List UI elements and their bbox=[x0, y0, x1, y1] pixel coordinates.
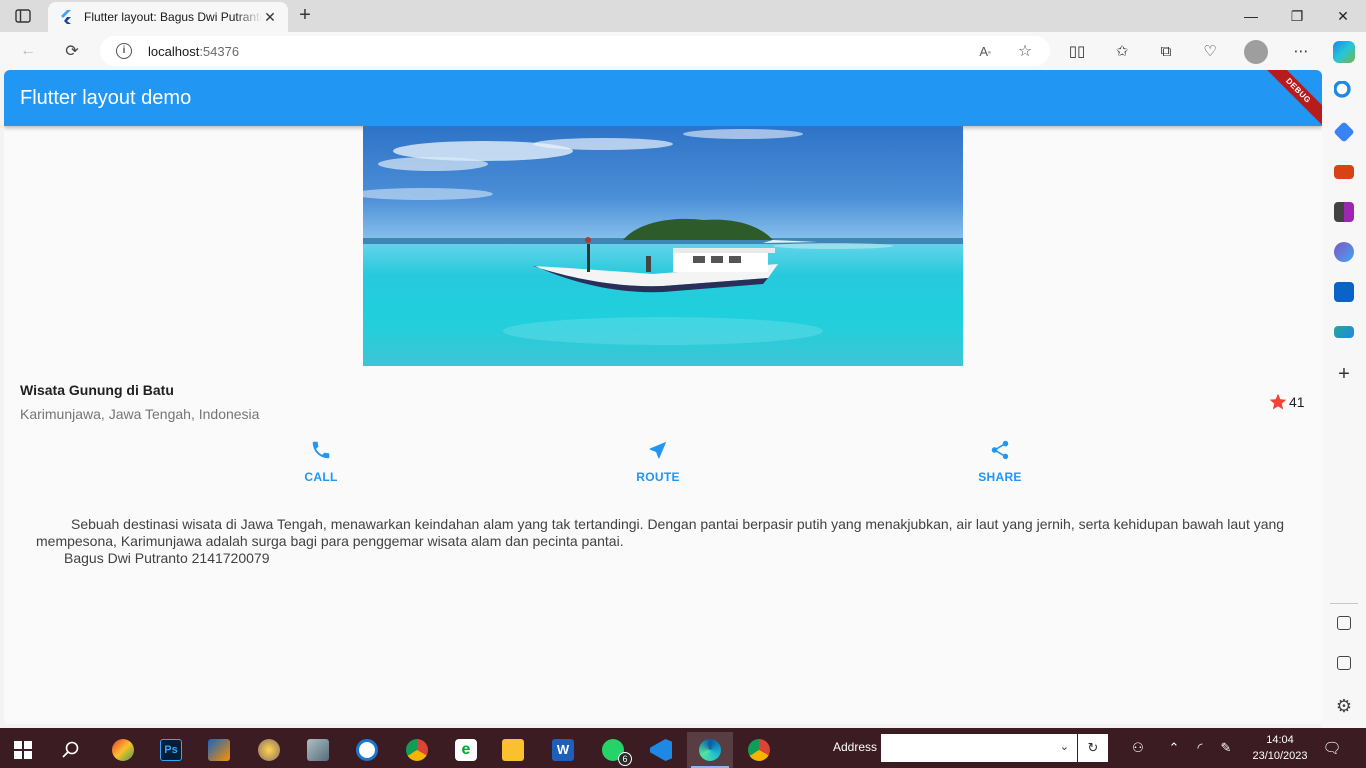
close-window-button[interactable]: ✕ bbox=[1320, 0, 1366, 32]
hide-sidebar-icon[interactable] bbox=[1337, 616, 1351, 630]
favorites-icon[interactable]: ✩ bbox=[1112, 41, 1132, 61]
edge-app-icon[interactable] bbox=[687, 732, 733, 768]
start-button[interactable] bbox=[0, 732, 46, 768]
address-go-button[interactable]: ↻ bbox=[1078, 734, 1108, 762]
sidebar-divider bbox=[1330, 603, 1358, 604]
whatsapp-badge: 6 bbox=[618, 752, 632, 766]
browser-essentials-icon[interactable]: ♡ bbox=[1200, 41, 1220, 61]
clock-date: 23/10/2023 bbox=[1252, 750, 1308, 762]
media-app-icon[interactable] bbox=[196, 732, 242, 768]
debug-banner: DEBUG bbox=[1263, 70, 1322, 126]
route-button[interactable]: ROUTE bbox=[598, 438, 718, 484]
inkscape-app-icon[interactable] bbox=[344, 732, 390, 768]
whatsapp-app-icon[interactable]: 6 bbox=[590, 732, 636, 768]
photoshop-app-icon[interactable]: Ps bbox=[148, 732, 194, 768]
hero-image bbox=[363, 126, 963, 366]
outlook-icon[interactable] bbox=[1334, 282, 1354, 302]
call-label: CALL bbox=[304, 470, 338, 484]
tools-icon[interactable] bbox=[1334, 165, 1354, 179]
site-info-icon[interactable]: i bbox=[116, 43, 132, 59]
minimize-button[interactable]: — bbox=[1228, 0, 1274, 32]
near-me-icon bbox=[598, 438, 718, 462]
url-text[interactable]: localhost:54376 bbox=[148, 44, 239, 59]
evernote-app-icon[interactable]: e bbox=[443, 732, 489, 768]
author-text: Bagus Dwi Putranto 2141720079 bbox=[64, 550, 270, 566]
back-icon[interactable]: ← bbox=[16, 39, 40, 63]
network-icon[interactable]: ◜ bbox=[1190, 738, 1210, 758]
word-app-icon[interactable]: W bbox=[540, 732, 586, 768]
drop-icon[interactable] bbox=[1334, 326, 1354, 338]
description-text: Sebuah destinasi wisata di Jawa Tengah, … bbox=[36, 516, 1285, 549]
taskbar: Ps e W 6 Address ⌄ ↻ ⚇ ⌃ ◜ ✎ 14:04 23/10… bbox=[0, 728, 1366, 768]
address-toolbar-input[interactable]: ⌄ bbox=[881, 734, 1077, 762]
add-sidebar-app-icon[interactable]: + bbox=[1334, 364, 1354, 385]
palette-app-icon[interactable] bbox=[246, 732, 292, 768]
star-icon bbox=[1268, 392, 1288, 412]
search-icon[interactable] bbox=[1334, 81, 1354, 101]
split-screen-icon[interactable]: ▯▯ bbox=[1067, 41, 1087, 61]
more-menu-icon[interactable]: ⋯ bbox=[1291, 41, 1311, 61]
new-tab-button[interactable]: + bbox=[294, 5, 316, 26]
pen-icon[interactable]: ✎ bbox=[1216, 738, 1236, 758]
system-clock[interactable]: 14:04 23/10/2023 bbox=[1252, 732, 1308, 764]
paint-app-icon[interactable] bbox=[100, 732, 146, 768]
rating: 41 bbox=[1268, 392, 1305, 412]
open-in-window-icon[interactable] bbox=[1337, 656, 1351, 670]
tab-strip: Flutter layout: Bagus Dwi Putranto ✕ + —… bbox=[0, 0, 1366, 32]
share-label: SHARE bbox=[978, 470, 1022, 484]
chrome-app-icon[interactable] bbox=[394, 732, 440, 768]
app-bar: Flutter layout demo DEBUG bbox=[4, 70, 1322, 126]
rating-count: 41 bbox=[1289, 394, 1305, 410]
phone-icon bbox=[261, 438, 381, 462]
app-bar-title: Flutter layout demo bbox=[20, 87, 192, 109]
tab-actions-icon[interactable] bbox=[12, 6, 34, 26]
notes-app-icon[interactable] bbox=[295, 732, 341, 768]
vscode-app-icon[interactable] bbox=[638, 732, 684, 768]
microsoft365-icon[interactable] bbox=[1334, 242, 1354, 262]
tab-close-icon[interactable]: ✕ bbox=[262, 9, 278, 25]
games-icon[interactable] bbox=[1334, 202, 1354, 222]
search-taskbar-icon[interactable] bbox=[48, 732, 94, 768]
file-explorer-icon[interactable] bbox=[490, 732, 536, 768]
edge-sidebar: + ⚙ bbox=[1322, 70, 1366, 728]
shopping-tag-icon[interactable] bbox=[1333, 121, 1355, 143]
profile-avatar[interactable] bbox=[1244, 40, 1268, 64]
copilot-icon[interactable] bbox=[1333, 41, 1355, 63]
flutter-favicon-icon bbox=[58, 9, 74, 25]
address-bar[interactable]: i localhost:54376 Aₐ ☆ bbox=[100, 36, 1050, 66]
place-title: Wisata Gunung di Batu bbox=[20, 382, 174, 398]
favorite-star-icon[interactable]: ☆ bbox=[1016, 42, 1034, 60]
address-toolbar-label: Address bbox=[833, 740, 878, 754]
call-button[interactable]: CALL bbox=[261, 438, 381, 484]
clock-time: 14:04 bbox=[1266, 734, 1294, 746]
browser-tab[interactable]: Flutter layout: Bagus Dwi Putranto ✕ bbox=[48, 2, 288, 32]
restore-button[interactable]: ❐ bbox=[1274, 0, 1320, 32]
show-hidden-icons-chevron[interactable]: ⌃ bbox=[1164, 738, 1184, 758]
description: Sebuah destinasi wisata di Jawa Tengah, … bbox=[36, 516, 1286, 567]
notifications-icon[interactable]: 🗨 bbox=[1322, 738, 1342, 758]
flutter-app: Flutter layout demo DEBUG Wisata Gunung … bbox=[4, 70, 1322, 724]
settings-gear-icon[interactable]: ⚙ bbox=[1334, 696, 1354, 716]
people-icon[interactable]: ⚇ bbox=[1128, 738, 1148, 758]
route-label: ROUTE bbox=[636, 470, 680, 484]
address-dropdown-icon[interactable]: ⌄ bbox=[1060, 740, 1069, 753]
place-subtitle: Karimunjawa, Jawa Tengah, Indonesia bbox=[20, 406, 260, 422]
share-icon bbox=[940, 438, 1060, 462]
read-aloud-icon[interactable]: Aₐ bbox=[976, 42, 994, 60]
collections-icon[interactable]: ⧉ bbox=[1156, 41, 1176, 61]
share-button[interactable]: SHARE bbox=[940, 438, 1060, 484]
refresh-icon[interactable]: ⟳ bbox=[60, 39, 84, 63]
tab-title: Flutter layout: Bagus Dwi Putranto bbox=[84, 10, 262, 24]
chrome-profile-app-icon[interactable] bbox=[736, 732, 782, 768]
